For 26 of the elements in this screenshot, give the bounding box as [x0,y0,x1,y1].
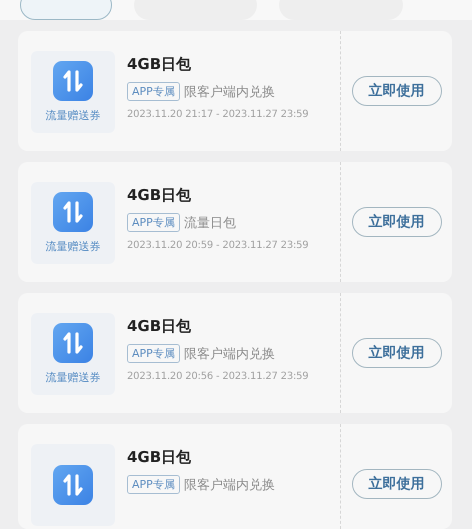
validity-period: 2023.11.20 21:17 - 2023.11.27 23:59 [127,109,308,120]
data-transfer-icon [53,192,93,232]
data-transfer-icon [53,61,93,101]
validity-period: 2023.11.20 20:59 - 2023.11.27 23:59 [127,240,308,251]
coupon-description: 流量日包 [184,214,236,232]
use-now-button[interactable]: 立即使用 [352,338,442,368]
coupon-description: 限客户端内兑换 [184,346,275,362]
coupon-title: 4GB日包 [127,55,192,74]
coupon-title: 4GB日包 [127,186,192,205]
data-transfer-icon [53,323,93,363]
coupon-title: 4GB日包 [127,448,192,467]
coupon-description: 限客户端内兑换 [184,476,275,494]
app-tag: APP专属 [127,213,180,232]
coupon-title: 4GB日包 [127,317,192,336]
use-now-button[interactable]: 立即使用 [352,469,442,499]
badge-label: 流量赠送券 [46,239,100,254]
app-tag: APP专属 [127,82,180,101]
use-now-button[interactable]: 立即使用 [352,207,442,237]
app-tag: APP专属 [127,344,180,363]
use-now-button[interactable]: 立即使用 [352,76,442,106]
data-transfer-icon [53,465,93,505]
badge-label: 流量赠送券 [46,370,100,385]
validity-period: 2023.11.20 20:56 - 2023.11.27 23:59 [127,371,308,382]
app-tag: APP专属 [127,475,180,494]
badge-label: 流量赠送券 [46,108,100,123]
coupon-description: 限客户端内兑换 [184,84,275,100]
